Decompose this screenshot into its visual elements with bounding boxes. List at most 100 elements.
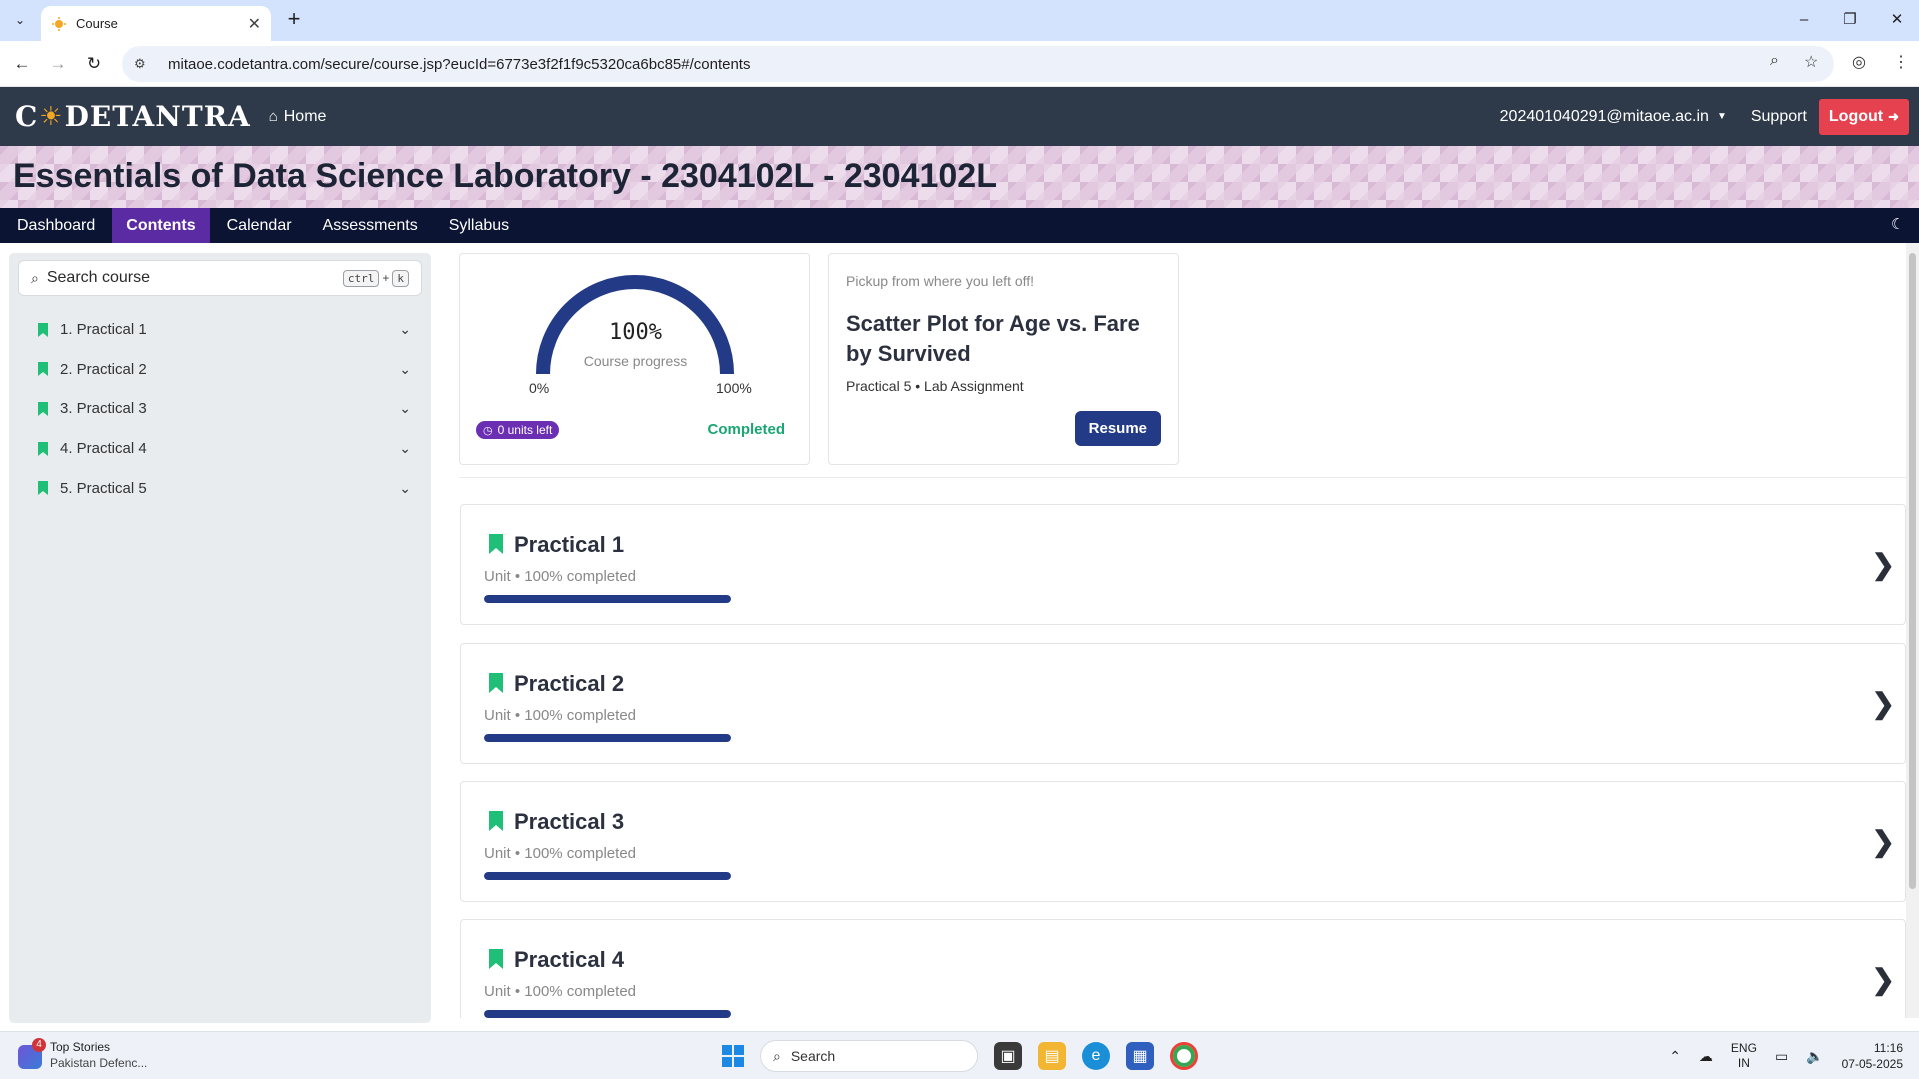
taskbar-center: ⌕ Search ▣ ▤ e ▦ (722, 1038, 1198, 1074)
sidebar-item-practical-3[interactable]: 3. Practical 3 ⌄ (9, 389, 431, 429)
forward-arrow-icon[interactable]: → (46, 52, 70, 76)
chevron-down-icon[interactable]: ⌄ (399, 440, 411, 457)
url-text: mitaoe.codetantra.com/secure/course.jsp?… (168, 55, 751, 73)
back-arrow-icon[interactable]: ← (10, 52, 34, 76)
unit-card-practical-3[interactable]: Practical 3 Unit • 100% completed ❯ (460, 781, 1906, 902)
sidebar-item-practical-5[interactable]: 5. Practical 5 ⌄ (9, 468, 431, 508)
course-sidebar: ⌕ Search course ctrl + k 1. Practical 1 … (9, 253, 431, 1023)
search-course-input[interactable]: ⌕ Search course ctrl + k (18, 260, 422, 296)
chevron-right-icon[interactable]: ❯ (1872, 687, 1895, 720)
news-badge: 4 (32, 1038, 46, 1052)
new-tab-icon[interactable]: + (282, 8, 306, 32)
resume-button[interactable]: Resume (1074, 411, 1161, 446)
home-link[interactable]: ⌂ Home (269, 108, 327, 126)
unit-card-practical-1[interactable]: Practical 1 Unit • 100% completed ❯ (460, 504, 1906, 625)
windows-start-icon[interactable] (722, 1045, 744, 1067)
sidebar-item-practical-4[interactable]: 4. Practical 4 ⌄ (9, 429, 431, 469)
store-icon[interactable]: ▦ (1126, 1042, 1154, 1070)
unit-card-title: Practical 2 (514, 671, 625, 696)
course-progress-card: 100% Course progress 0% 100% ◷ 0 units l… (459, 253, 810, 465)
close-window-icon[interactable]: ✕ (1885, 8, 1909, 32)
unit-card-title: Practical 1 (514, 532, 625, 557)
bookmark-icon (38, 481, 48, 496)
volume-icon[interactable]: 🔈 (1806, 1048, 1823, 1065)
course-nav: Dashboard Contents Calendar Assessments … (0, 208, 1919, 243)
task-view-icon[interactable]: ▣ (994, 1042, 1022, 1070)
restore-icon[interactable]: ❐ (1838, 8, 1862, 32)
chrome-icon[interactable] (1170, 1042, 1198, 1070)
logout-button[interactable]: Logout ➜ (1818, 98, 1909, 135)
unit-card-practical-2[interactable]: Practical 2 Unit • 100% completed ❯ (460, 643, 1906, 764)
tab-syllabus[interactable]: Syllabus (435, 208, 523, 243)
bookmark-icon (489, 949, 503, 969)
user-menu[interactable]: 202401040291@mitaoe.ac.in ▼ (1500, 108, 1727, 126)
tab-contents[interactable]: Contents (112, 208, 210, 243)
search-placeholder: Search course (46, 269, 151, 286)
site-settings-icon[interactable]: ⚙ (134, 56, 154, 72)
chevron-right-icon[interactable]: ❯ (1872, 963, 1895, 996)
language-indicator[interactable]: ENG IN (1731, 1041, 1757, 1071)
chevron-down-icon[interactable]: ⌄ (399, 321, 411, 338)
unit-progress-fill (484, 595, 731, 603)
kbd-ctrl: ctrl (342, 269, 380, 287)
clock[interactable]: 11:16 07-05-2025 (1842, 1040, 1903, 1072)
home-icon: ⌂ (268, 108, 278, 125)
unit-cards-area: Practical 1 Unit • 100% completed ❯ Prac… (440, 470, 1919, 1018)
news-subtitle: Pakistan Defenc... (50, 1056, 148, 1070)
header-right: 202401040291@mitaoe.ac.in ▼ Support Logo… (1500, 87, 1909, 146)
bookmark-icon (489, 534, 503, 554)
chevron-down-icon[interactable]: ⌄ (399, 361, 411, 378)
time: 11:16 (1873, 1041, 1903, 1055)
units-left-text: 0 units left (497, 423, 553, 437)
kbd-plus: + (382, 271, 390, 285)
unit-card-subtitle: Unit • 100% completed (484, 707, 636, 724)
scrollbar-thumb[interactable] (1909, 253, 1916, 889)
moon-icon[interactable]: ☾ (1891, 217, 1907, 233)
tab-assessments[interactable]: Assessments (309, 208, 432, 243)
page-scrollbar[interactable] (1906, 243, 1919, 1018)
support-link[interactable]: Support (1751, 108, 1807, 126)
bookmark-icon (489, 811, 503, 831)
tab-dashboard[interactable]: Dashboard (3, 208, 109, 243)
chevron-right-icon[interactable]: ❯ (1872, 825, 1895, 858)
sidebar-item-practical-1[interactable]: 1. Practical 1 ⌄ (9, 310, 431, 350)
site-header: C ☀ DETANTRA ⌂ Home 202401040291@mitaoe.… (0, 87, 1919, 146)
sidebar-item-label: 4. Practical 4 (60, 440, 147, 458)
url-input[interactable]: ⚙ mitaoe.codetantra.com/secure/course.js… (122, 46, 1834, 82)
unit-card-practical-4[interactable]: Practical 4 Unit • 100% completed ❯ (460, 919, 1906, 1018)
user-email: 202401040291@mitaoe.ac.in (1499, 107, 1709, 125)
news-widget[interactable]: 4 Top Stories Pakistan Defenc... (18, 1038, 148, 1071)
display-icon[interactable]: ▭ (1775, 1048, 1788, 1065)
taskbar-search-input[interactable]: ⌕ Search (760, 1040, 978, 1072)
date: 07-05-2025 (1841, 1057, 1903, 1071)
tab-calendar[interactable]: Calendar (213, 208, 306, 243)
taskbar-search-label: Search (790, 1048, 836, 1064)
reload-icon[interactable]: ↻ (82, 52, 106, 76)
resume-card: Pickup from where you left off! Scatter … (828, 253, 1179, 465)
browser-menu-icon[interactable]: ⋮ (1893, 52, 1909, 72)
windows-taskbar: 4 Top Stories Pakistan Defenc... ⌕ Searc… (0, 1031, 1919, 1079)
tab-search-chevron-icon[interactable]: ⌄ (8, 8, 32, 32)
sidebar-item-label: 3. Practical 3 (60, 400, 147, 418)
network-off-icon[interactable]: ☁ (1699, 1048, 1713, 1065)
codetantra-logo[interactable]: C ☀ DETANTRA (15, 100, 251, 133)
bookmark-star-icon[interactable]: ☆ (1804, 52, 1818, 72)
logo-text-right: DETANTRA (64, 100, 251, 133)
file-explorer-icon[interactable]: ▤ (1038, 1042, 1066, 1070)
resume-title: Scatter Plot for Age vs. Fare by Survive… (846, 311, 1140, 366)
sidebar-item-practical-2[interactable]: 2. Practical 2 ⌄ (9, 350, 431, 390)
minimize-icon[interactable]: – (1792, 8, 1816, 32)
chevron-up-icon[interactable]: ⌃ (1669, 1048, 1681, 1065)
edge-icon[interactable]: e (1082, 1042, 1110, 1070)
progress-min-label: 0% (529, 380, 550, 396)
chevron-down-icon[interactable]: ⌄ (399, 480, 411, 497)
profile-icon[interactable]: ◎ (1852, 52, 1866, 72)
zoom-icon[interactable]: ⌕ (1770, 52, 1779, 70)
tab-close-icon[interactable]: ✕ (248, 14, 261, 34)
chevron-down-icon[interactable]: ⌄ (399, 400, 411, 417)
progress-percent: 100% (609, 320, 662, 345)
chevron-right-icon[interactable]: ❯ (1872, 548, 1895, 581)
logo-text-left: C (15, 100, 39, 133)
search-icon: ⌕ (31, 269, 39, 286)
browser-tab[interactable]: Course ✕ (41, 6, 271, 41)
